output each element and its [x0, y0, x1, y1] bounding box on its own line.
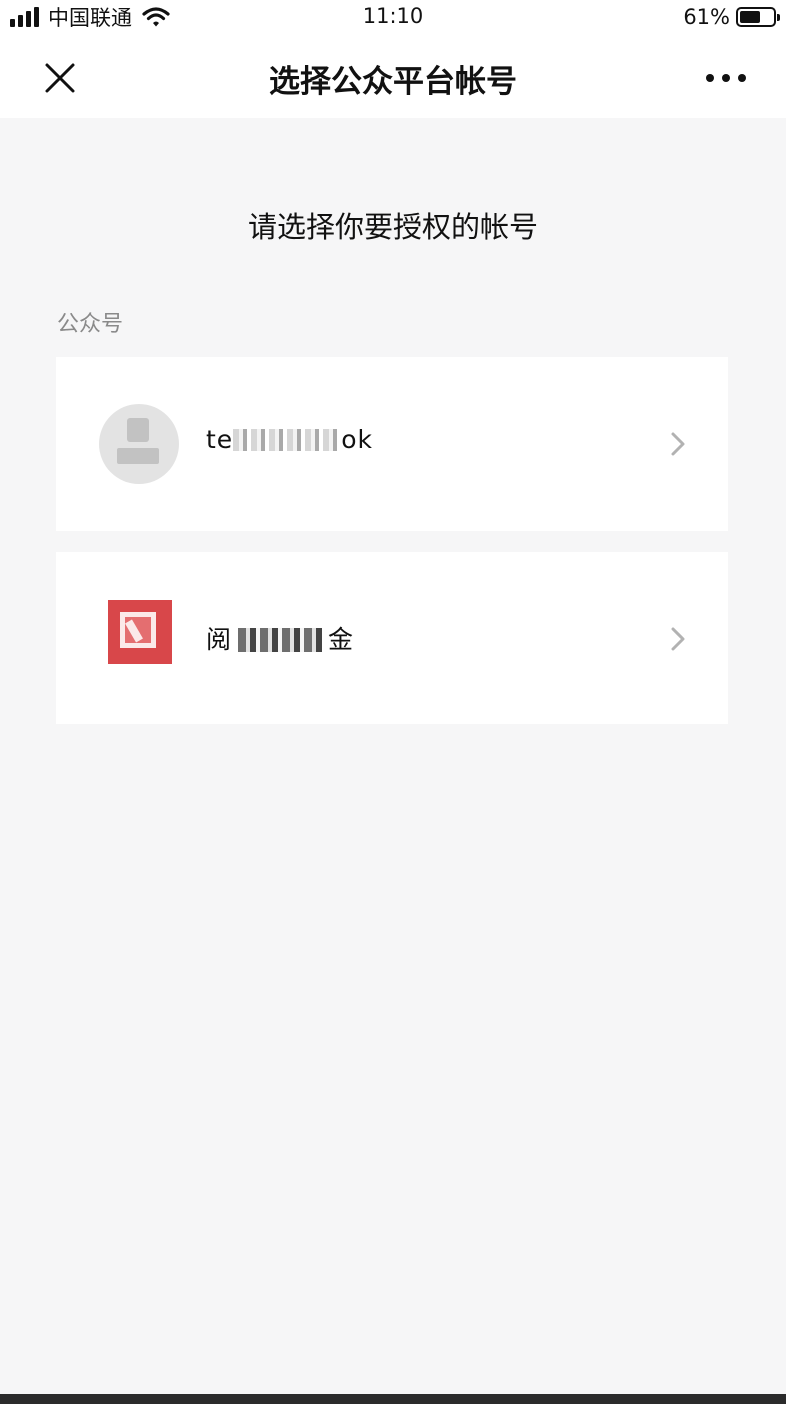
account-name-suffix: ok: [341, 425, 373, 454]
more-icon-dot: [738, 74, 746, 82]
select-prompt: 请选择你要授权的帐号: [247, 210, 538, 244]
account-name-prefix: te: [206, 425, 234, 454]
account-logo-icon: [106, 598, 174, 668]
account-name-suffix: 金: [328, 625, 355, 654]
account-name: 阅金: [206, 620, 354, 656]
status-time: 11:10: [362, 4, 424, 28]
account-name: te ok: [206, 425, 373, 454]
page-title: 选择公众平台帐号: [269, 64, 517, 100]
redacted-text: [238, 628, 323, 652]
account-item[interactable]: 阅金: [56, 552, 728, 724]
status-right: 61%: [683, 4, 780, 30]
default-avatar-icon: [99, 404, 179, 484]
battery-fill: [740, 11, 760, 23]
more-icon-dot: [722, 74, 730, 82]
battery-percent: 61%: [683, 5, 730, 29]
account-item[interactable]: te ok: [56, 357, 728, 531]
chevron-right-icon: [671, 432, 685, 456]
status-bar: 中国联通 11:10 61%: [0, 0, 786, 36]
screen: 中国联通 11:10 61% 选择公众平台帐号 请选择你要授权的帐号 公众号 t…: [0, 0, 786, 1404]
redacted-text: [233, 429, 342, 451]
nav-bar: 选择公众平台帐号: [0, 36, 786, 118]
bottom-strip: [0, 1394, 786, 1404]
more-button[interactable]: [706, 64, 746, 92]
account-name-prefix: 阅: [206, 625, 233, 654]
battery-cap: [777, 14, 780, 21]
chevron-right-icon: [671, 627, 685, 651]
battery-icon: [736, 7, 780, 27]
more-icon-dot: [706, 74, 714, 82]
section-label-official-accounts: 公众号: [57, 312, 124, 337]
